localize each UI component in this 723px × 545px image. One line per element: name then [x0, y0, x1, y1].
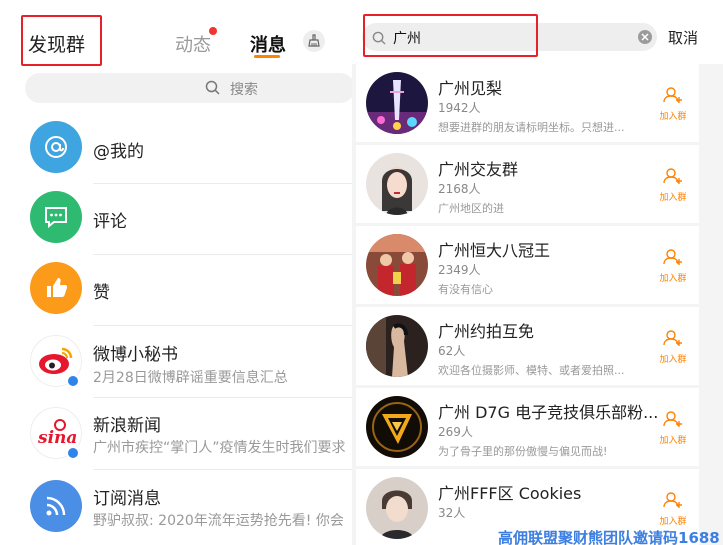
- group-avatar: [366, 234, 428, 296]
- add-group-icon: [663, 87, 682, 103]
- group-member-count: 62人: [438, 344, 466, 358]
- messages-header: 发现群 动态 消息: [0, 0, 352, 68]
- list-item-title: 微博小秘书: [93, 345, 178, 365]
- messages-panel: 发现群 动态 消息 搜索 @我的 评论 赞 微博小秘书 2月28日微博辟谣重要信…: [0, 0, 352, 545]
- join-group-label: 加入群: [659, 355, 687, 365]
- group-result-item[interactable]: 广州交友群 2168人 广州地区的进 加入群: [356, 145, 699, 223]
- add-group-icon: [663, 330, 682, 346]
- add-group-icon: [663, 168, 682, 184]
- group-avatar: [366, 396, 428, 458]
- group-member-count: 2349人: [438, 263, 481, 277]
- list-item-title: @我的: [93, 142, 144, 162]
- list-item-at-me[interactable]: @我的: [0, 112, 352, 182]
- group-description: 为了骨子里的那份傲慢与偏见而战!: [438, 445, 608, 458]
- group-name: 广州 D7G 电子竞技俱乐部粉...: [438, 403, 659, 422]
- group-member-count: 269人: [438, 425, 473, 439]
- list-item-comments[interactable]: 评论: [0, 184, 352, 254]
- svg-text:sina: sina: [37, 428, 77, 448]
- add-group-icon: [663, 249, 682, 265]
- highlight-box: [363, 14, 538, 57]
- list-item-preview: 野驴叔叔: 2020年流年运势抢先看! 你会: [93, 513, 344, 529]
- join-group-label: 加入群: [659, 517, 687, 527]
- group-result-item[interactable]: 广州约拍互免 62人 欢迎各位摄影师、模特、或者爱拍照... 加入群: [356, 307, 699, 385]
- search-placeholder: 搜索: [230, 82, 258, 98]
- group-name: 广州恒大八冠王: [438, 241, 551, 260]
- group-name: 广州约拍互免: [438, 322, 535, 341]
- group-result-item[interactable]: 广州 D7G 电子竞技俱乐部粉... 269人 为了骨子里的那份傲慢与偏见而战!…: [356, 388, 699, 466]
- at-icon: [30, 121, 82, 173]
- group-avatar: [366, 72, 428, 134]
- broom-icon[interactable]: [303, 30, 325, 52]
- join-group-button[interactable]: 加入群: [656, 167, 690, 203]
- verified-badge-icon: [66, 446, 80, 460]
- clear-icon[interactable]: [638, 30, 652, 44]
- divider: [93, 325, 352, 326]
- group-result-item[interactable]: 广州见梨 1942人 想要进群的朋友请标明坐标。只想进... 加入群: [356, 64, 699, 142]
- watermark-text: 高佣联盟聚财熊团队邀请码1688: [498, 529, 720, 545]
- list-item-sina-news[interactable]: sina 新浪新闻 广州市疾控“掌门人”疫情发生时我们要求: [0, 399, 352, 469]
- rss-icon: [30, 480, 82, 532]
- join-group-button[interactable]: 加入群: [656, 410, 690, 446]
- group-name: 广州交友群: [438, 160, 519, 179]
- group-avatar: [366, 315, 428, 377]
- add-group-icon: [663, 411, 682, 427]
- group-avatar: [366, 477, 428, 539]
- group-search-header: 广州 取消: [352, 0, 723, 64]
- list-item-preview: 2月28日微博辟谣重要信息汇总: [93, 370, 288, 386]
- notification-dot: [209, 27, 217, 35]
- group-member-count: 2168人: [438, 182, 481, 196]
- add-group-icon: [663, 492, 682, 508]
- comment-icon: [30, 191, 82, 243]
- search-icon: [205, 80, 220, 99]
- group-search-panel: 广州 取消 广州见梨 1942人 想要进群的朋友请标明坐标。只想进... 加入群…: [352, 0, 723, 545]
- join-group-button[interactable]: 加入群: [656, 491, 690, 527]
- join-group-label: 加入群: [659, 193, 687, 203]
- divider: [93, 397, 352, 398]
- join-group-button[interactable]: 加入群: [656, 86, 690, 122]
- tab-dongtai[interactable]: 动态: [175, 31, 211, 57]
- join-group-label: 加入群: [659, 436, 687, 446]
- group-name: 广州见梨: [438, 79, 503, 98]
- group-description: 想要进群的朋友请标明坐标。只想进...: [438, 121, 625, 134]
- list-item-preview: 广州市疾控“掌门人”疫情发生时我们要求: [93, 440, 346, 456]
- tab-xiaoxi[interactable]: 消息: [250, 31, 286, 57]
- list-item-likes[interactable]: 赞: [0, 255, 352, 325]
- list-item-title: 新浪新闻: [93, 416, 161, 436]
- group-description: 有没有信心: [438, 283, 493, 296]
- join-group-label: 加入群: [659, 274, 687, 284]
- highlight-box: [21, 15, 102, 66]
- join-group-button[interactable]: 加入群: [656, 248, 690, 284]
- search-input[interactable]: 搜索: [25, 73, 352, 103]
- group-description: 广州地区的进: [438, 202, 504, 215]
- join-group-label: 加入群: [659, 112, 687, 122]
- divider: [93, 469, 352, 470]
- join-group-button[interactable]: 加入群: [656, 329, 690, 365]
- verified-badge-icon: [66, 374, 80, 388]
- group-name: 广州FFF区 Cookies: [438, 484, 582, 503]
- list-item-title: 赞: [93, 283, 110, 303]
- list-item-subscriptions[interactable]: 订阅消息 野驴叔叔: 2020年流年运势抢先看! 你会: [0, 472, 352, 542]
- group-result-item[interactable]: 广州恒大八冠王 2349人 有没有信心 加入群: [356, 226, 699, 304]
- active-tab-indicator: [254, 55, 280, 58]
- list-item-weibo-secretary[interactable]: 微博小秘书 2月28日微博辟谣重要信息汇总: [0, 327, 352, 397]
- list-item-title: 订阅消息: [93, 489, 161, 509]
- group-member-count: 32人: [438, 506, 466, 520]
- group-description: 欢迎各位摄影师、模特、或者爱拍照...: [438, 364, 625, 377]
- cancel-button[interactable]: 取消: [668, 27, 698, 48]
- list-item-title: 评论: [93, 212, 127, 232]
- group-member-count: 1942人: [438, 101, 481, 115]
- group-avatar: [366, 153, 428, 215]
- thumbs-up-icon: [30, 262, 82, 314]
